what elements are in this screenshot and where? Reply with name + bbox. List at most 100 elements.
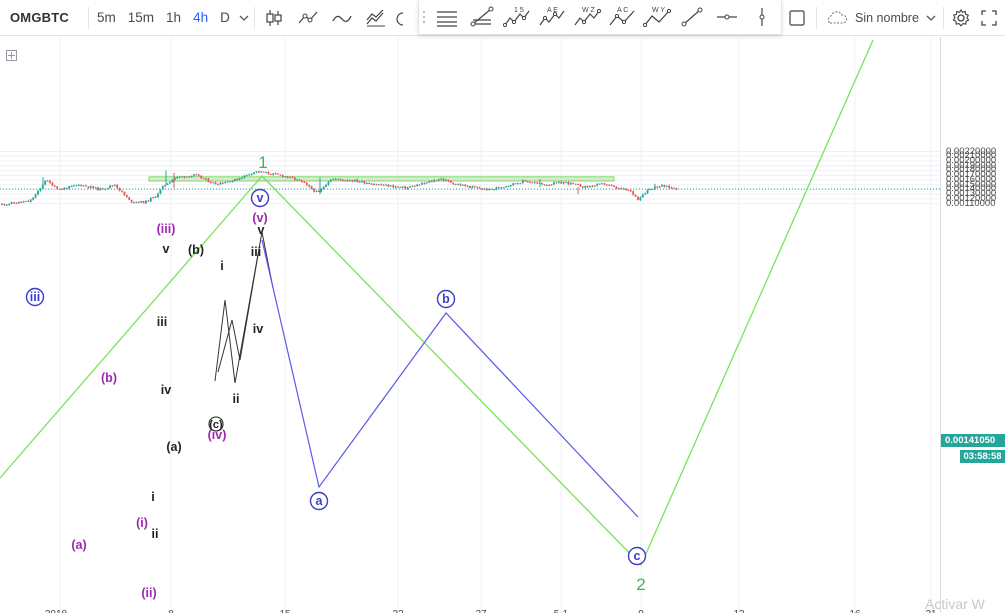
- divider: [253, 6, 255, 29]
- symbol-search-button[interactable]: OMGBTC: [0, 0, 86, 36]
- candle-body: [313, 188, 315, 192]
- horizontal-lines-tool[interactable]: [429, 0, 464, 34]
- chart-pane[interactable]: 1 2 v a b c iii (v) (iii) (iv) (b) (a) (i) (ii) (b) (a)…: [0, 37, 940, 613]
- candle-body: [233, 178, 236, 181]
- candle-body: [133, 202, 135, 204]
- candle-body: [77, 184, 80, 186]
- expand-pane-button[interactable]: [6, 50, 17, 61]
- candle-body: [358, 181, 361, 183]
- layout-dropdown[interactable]: [925, 0, 937, 36]
- candle-body: [457, 184, 459, 186]
- candle-body: [673, 187, 675, 189]
- compare-button[interactable]: [291, 0, 325, 36]
- double-combo-tool[interactable]: W Y: [639, 0, 674, 34]
- candle-body: [553, 182, 555, 185]
- trend-fan-tool[interactable]: [464, 0, 499, 34]
- interval-4h-button[interactable]: 4h: [187, 0, 214, 36]
- drag-handle[interactable]: [419, 0, 429, 34]
- candle-body: [207, 178, 210, 182]
- candle-body: [291, 176, 294, 178]
- trend-line-icon: [681, 7, 702, 27]
- candle-body: [639, 197, 642, 201]
- candle-body: [221, 182, 224, 184]
- candle-body: [430, 181, 433, 183]
- candle-body: [231, 180, 234, 183]
- wave-label: (b): [101, 371, 117, 385]
- candle-body: [236, 178, 239, 180]
- candle-body: [572, 182, 575, 184]
- candle-body: [543, 184, 546, 186]
- candle-body: [286, 176, 289, 178]
- candle-body: [97, 187, 99, 191]
- impulse-wave-tool[interactable]: 1 5: [499, 0, 534, 34]
- candle-body: [385, 184, 387, 186]
- triple-combo-tool[interactable]: W Z: [569, 0, 604, 34]
- rectangle-tool-button[interactable]: [786, 0, 808, 36]
- candles-style-button[interactable]: [257, 0, 291, 36]
- candle-body: [34, 194, 37, 198]
- save-layout-button[interactable]: [823, 0, 849, 36]
- candle-body: [610, 184, 613, 186]
- candle-body: [353, 179, 356, 182]
- interval-15m-button[interactable]: 15m: [122, 0, 160, 36]
- candle-body: [217, 184, 219, 186]
- candle-body: [164, 184, 167, 187]
- divider: [942, 7, 944, 29]
- price-chart[interactable]: 12vabciii(v)(iii)(iv)(b)(a)(i)(ii)(b)(a)…: [0, 37, 940, 613]
- candle-body: [649, 188, 651, 190]
- interval-5m-button[interactable]: 5m: [91, 0, 122, 36]
- candle-body: [305, 182, 308, 185]
- wave-label: iii: [30, 290, 40, 304]
- horizontal-ray-icon: [716, 14, 737, 20]
- candle-body: [53, 185, 56, 187]
- candle-body: [670, 187, 673, 189]
- interval-d-button[interactable]: D: [214, 0, 236, 36]
- candle-body: [584, 185, 587, 188]
- candle-body: [382, 184, 385, 186]
- horizontal-ray-tool[interactable]: [709, 0, 744, 34]
- candle-body: [589, 185, 591, 188]
- interval-dropdown[interactable]: [236, 0, 252, 36]
- correction-wave-abc-tool[interactable]: A C: [604, 0, 639, 34]
- candle-body: [656, 186, 659, 188]
- indicators-button[interactable]: [325, 0, 359, 36]
- time-axis-label: 16: [849, 609, 861, 613]
- alert-button[interactable]: [393, 0, 403, 36]
- candle-body: [519, 183, 522, 185]
- price-axis[interactable]: [940, 37, 1005, 613]
- fullscreen-button[interactable]: [976, 0, 1002, 36]
- candle-body: [181, 176, 183, 178]
- candle-body: [135, 201, 138, 203]
- candle-body: [13, 202, 15, 204]
- candle-body: [581, 186, 584, 188]
- grip-icon: [423, 11, 425, 23]
- wave-label: 2: [636, 575, 645, 594]
- templates-button[interactable]: [359, 0, 393, 36]
- candle-body: [197, 174, 200, 176]
- candle-body: [591, 185, 594, 187]
- candle-body: [265, 172, 267, 174]
- candle-body: [200, 175, 203, 179]
- candle-body: [267, 172, 270, 174]
- candle-body: [44, 180, 47, 185]
- settings-button[interactable]: [946, 0, 976, 36]
- correction-wave-abcde-tool[interactable]: A E: [534, 0, 569, 34]
- candle-body: [121, 190, 123, 192]
- candle-body: [433, 180, 435, 182]
- vertical-line-tool[interactable]: [744, 0, 779, 34]
- candle-body: [409, 186, 411, 188]
- candle-body: [190, 175, 193, 177]
- trend-line-tool[interactable]: [674, 0, 709, 34]
- sub-wave-line: [217, 254, 259, 373]
- candle-body: [605, 184, 608, 186]
- layout-name[interactable]: Sin nombre: [855, 11, 919, 25]
- candle-body: [507, 185, 510, 187]
- candle-body: [529, 182, 531, 184]
- candle-body: [248, 174, 251, 176]
- candle-body: [185, 176, 188, 178]
- wave-indicator-icon: [332, 15, 352, 22]
- vertical-line-icon: [759, 8, 764, 26]
- wave-label: (iii): [157, 222, 176, 236]
- interval-1h-button[interactable]: 1h: [160, 0, 187, 36]
- trend-fan-icon: [470, 6, 493, 27]
